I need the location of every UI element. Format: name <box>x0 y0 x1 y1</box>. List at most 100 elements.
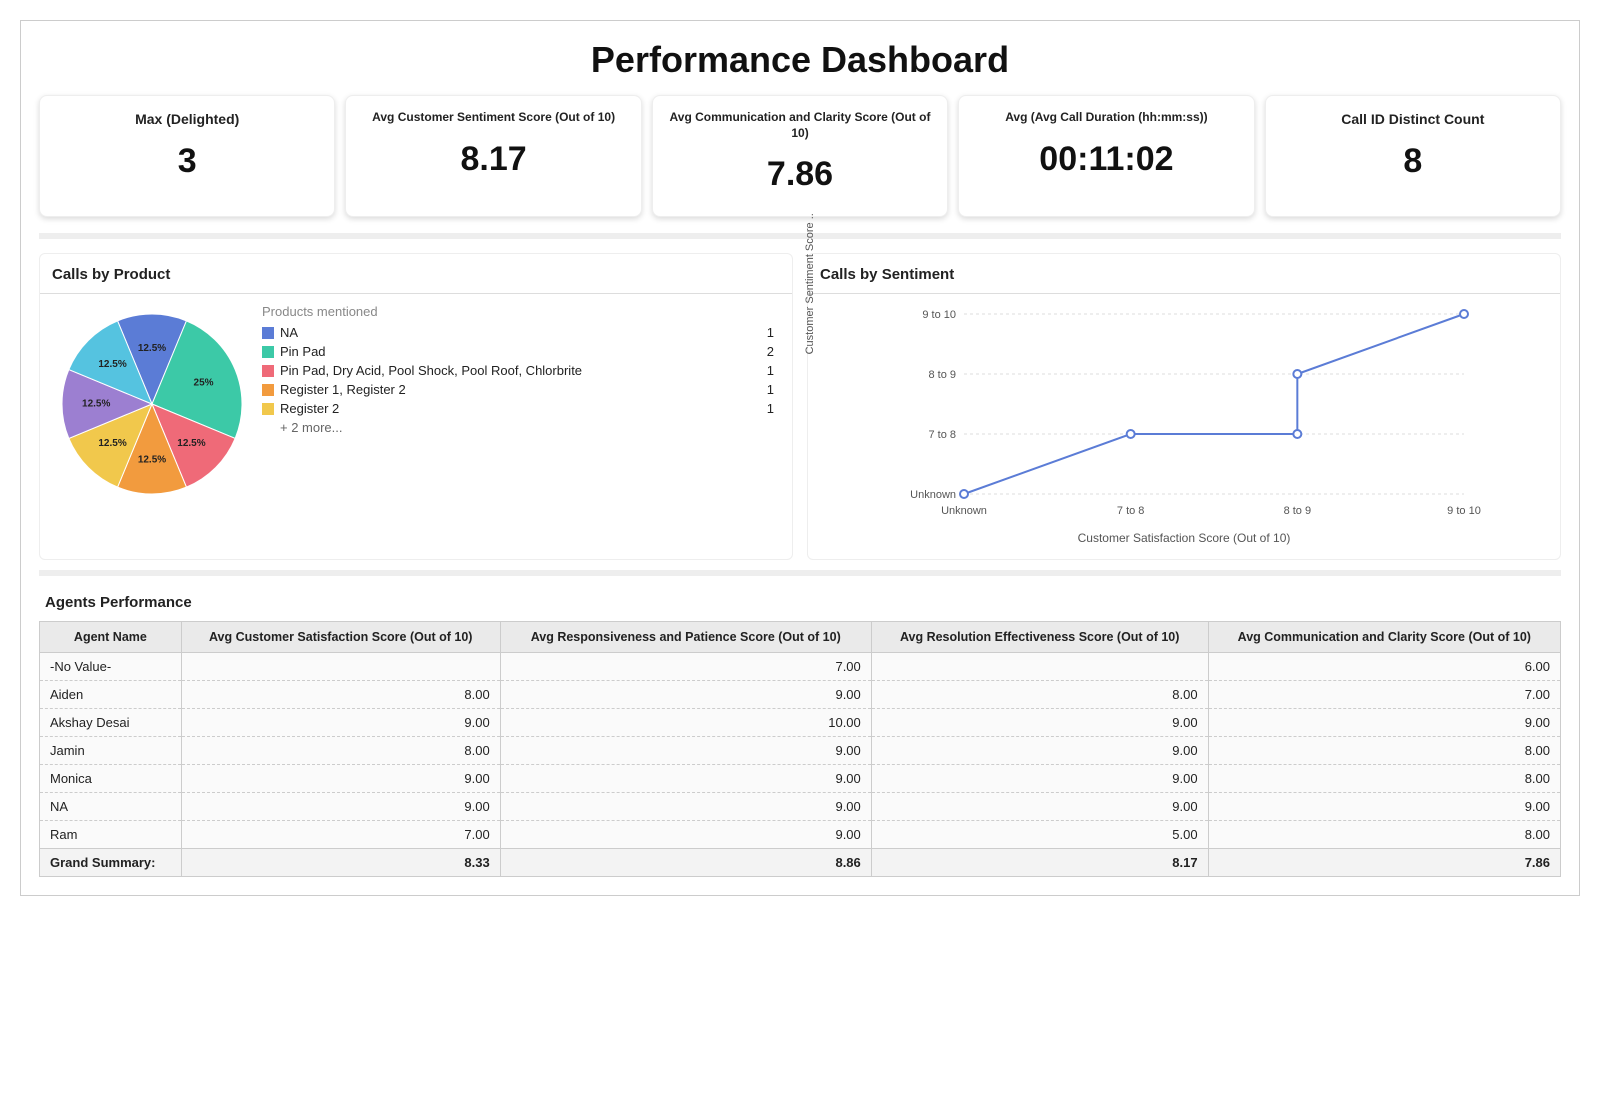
table-cell: -No Value- <box>40 653 182 681</box>
pie-legend-item[interactable]: Register 1, Register 21 <box>262 382 780 397</box>
kpi-label: Call ID Distinct Count <box>1276 110 1550 128</box>
legend-swatch-icon <box>262 384 274 396</box>
table-header-row: Agent Name Avg Customer Satisfaction Sco… <box>40 622 1561 653</box>
line-ytick: 7 to 8 <box>928 429 956 441</box>
table-cell: 10.00 <box>500 709 871 737</box>
line-point[interactable] <box>1293 430 1301 438</box>
legend-label: Pin Pad <box>280 344 761 359</box>
kpi-label: Avg Communication and Clarity Score (Out… <box>663 110 937 141</box>
table-cell: Grand Summary: <box>40 849 182 877</box>
panel-title: Calls by Product <box>40 262 792 293</box>
table-cell: Ram <box>40 821 182 849</box>
panel-title: Calls by Sentiment <box>808 262 1560 293</box>
table-cell: 9.00 <box>1208 709 1560 737</box>
kpi-card-communication[interactable]: Avg Communication and Clarity Score (Out… <box>652 95 948 217</box>
table-cell: 9.00 <box>500 681 871 709</box>
kpi-label: Avg (Avg Call Duration (hh:mm:ss)) <box>969 110 1243 126</box>
table-cell: 8.00 <box>1208 737 1560 765</box>
table-cell: Monica <box>40 765 182 793</box>
table-summary-row: Grand Summary:8.338.868.177.86 <box>40 849 1561 877</box>
table-row[interactable]: Monica9.009.009.008.00 <box>40 765 1561 793</box>
table-cell: Jamin <box>40 737 182 765</box>
line-xtick: 7 to 8 <box>1117 505 1145 517</box>
table-cell: 9.00 <box>500 793 871 821</box>
table-cell: 9.00 <box>181 793 500 821</box>
table-cell: 9.00 <box>1208 793 1560 821</box>
col-agent-name[interactable]: Agent Name <box>40 622 182 653</box>
agents-title: Agents Performance <box>45 594 1561 611</box>
line-xtick: Unknown <box>941 505 987 517</box>
table-cell: 8.17 <box>871 849 1208 877</box>
line-point[interactable] <box>1460 310 1468 318</box>
table-row[interactable]: Jamin8.009.009.008.00 <box>40 737 1561 765</box>
kpi-card-duration[interactable]: Avg (Avg Call Duration (hh:mm:ss)) 00:11… <box>958 95 1254 217</box>
line-chart-area[interactable]: Customer Sentiment Score .. Unknown7 to … <box>808 304 1560 545</box>
col-responsiveness[interactable]: Avg Responsiveness and Patience Score (O… <box>500 622 871 653</box>
pie-slice-label: 12.5% <box>138 343 166 354</box>
pie-legend-item[interactable]: Pin Pad2 <box>262 344 780 359</box>
col-resolution[interactable]: Avg Resolution Effectiveness Score (Out … <box>871 622 1208 653</box>
table-cell: 9.00 <box>181 709 500 737</box>
table-cell: 9.00 <box>500 821 871 849</box>
table-cell: 9.00 <box>181 765 500 793</box>
legend-count: 1 <box>767 401 780 416</box>
line-ytick: 9 to 10 <box>922 309 956 321</box>
line-point[interactable] <box>960 490 968 498</box>
line-ytick: 8 to 9 <box>928 369 956 381</box>
table-cell: 9.00 <box>871 709 1208 737</box>
panel-calls-by-sentiment: Calls by Sentiment Customer Sentiment Sc… <box>807 253 1561 560</box>
table-row[interactable]: Akshay Desai9.0010.009.009.00 <box>40 709 1561 737</box>
dashboard-frame: Performance Dashboard Max (Delighted) 3 … <box>20 20 1580 896</box>
pie-chart[interactable]: 12.5%25%12.5%12.5%12.5%12.5%12.5% <box>52 304 252 504</box>
table-cell: Akshay Desai <box>40 709 182 737</box>
table-row[interactable]: NA9.009.009.009.00 <box>40 793 1561 821</box>
pie-legend: Products mentioned NA1Pin Pad2Pin Pad, D… <box>262 304 780 504</box>
table-cell: 9.00 <box>871 793 1208 821</box>
kpi-card-sentiment[interactable]: Avg Customer Sentiment Score (Out of 10)… <box>345 95 641 217</box>
kpi-label: Max (Delighted) <box>50 110 324 128</box>
panel-divider <box>40 293 792 294</box>
legend-label: NA <box>280 325 761 340</box>
table-row[interactable]: Ram7.009.005.008.00 <box>40 821 1561 849</box>
page-title: Performance Dashboard <box>39 39 1561 81</box>
table-cell: 9.00 <box>500 765 871 793</box>
pie-slice-label: 12.5% <box>82 399 110 410</box>
table-cell: 7.86 <box>1208 849 1560 877</box>
line-xtick: 8 to 9 <box>1284 505 1312 517</box>
panel-calls-by-product: Calls by Product 12.5%25%12.5%12.5%12.5%… <box>39 253 793 560</box>
line-ytick: Unknown <box>910 489 956 501</box>
line-point[interactable] <box>1293 370 1301 378</box>
table-cell: 9.00 <box>500 737 871 765</box>
col-satisfaction[interactable]: Avg Customer Satisfaction Score (Out of … <box>181 622 500 653</box>
kpi-card-callid[interactable]: Call ID Distinct Count 8 <box>1265 95 1561 217</box>
legend-swatch-icon <box>262 365 274 377</box>
pie-area: 12.5%25%12.5%12.5%12.5%12.5%12.5% Produc… <box>40 304 792 504</box>
legend-count: 1 <box>767 382 780 397</box>
kpi-value: 8 <box>1276 142 1550 181</box>
mid-row: Calls by Product 12.5%25%12.5%12.5%12.5%… <box>39 253 1561 560</box>
table-cell: 8.00 <box>181 681 500 709</box>
col-communication[interactable]: Avg Communication and Clarity Score (Out… <box>1208 622 1560 653</box>
pie-legend-more[interactable]: + 2 more... <box>262 420 780 435</box>
agents-table[interactable]: Agent Name Avg Customer Satisfaction Sco… <box>39 621 1561 877</box>
table-cell: 9.00 <box>871 737 1208 765</box>
kpi-value: 8.17 <box>356 140 630 179</box>
pie-legend-item[interactable]: Register 21 <box>262 401 780 416</box>
table-cell <box>181 653 500 681</box>
pie-legend-item[interactable]: NA1 <box>262 325 780 340</box>
legend-swatch-icon <box>262 327 274 339</box>
pie-slice-label: 12.5% <box>177 438 205 449</box>
pie-slice-label: 12.5% <box>138 455 166 466</box>
pie-legend-item[interactable]: Pin Pad, Dry Acid, Pool Shock, Pool Roof… <box>262 363 780 378</box>
panel-divider <box>808 293 1560 294</box>
line-point[interactable] <box>1127 430 1135 438</box>
table-cell: 6.00 <box>1208 653 1560 681</box>
legend-label: Pin Pad, Dry Acid, Pool Shock, Pool Roof… <box>280 363 761 378</box>
table-cell <box>871 653 1208 681</box>
kpi-card-max-delighted[interactable]: Max (Delighted) 3 <box>39 95 335 217</box>
table-cell: 5.00 <box>871 821 1208 849</box>
line-series[interactable] <box>964 314 1464 494</box>
table-row[interactable]: Aiden8.009.008.007.00 <box>40 681 1561 709</box>
kpi-label: Avg Customer Sentiment Score (Out of 10) <box>356 110 630 126</box>
table-row[interactable]: -No Value-7.006.00 <box>40 653 1561 681</box>
